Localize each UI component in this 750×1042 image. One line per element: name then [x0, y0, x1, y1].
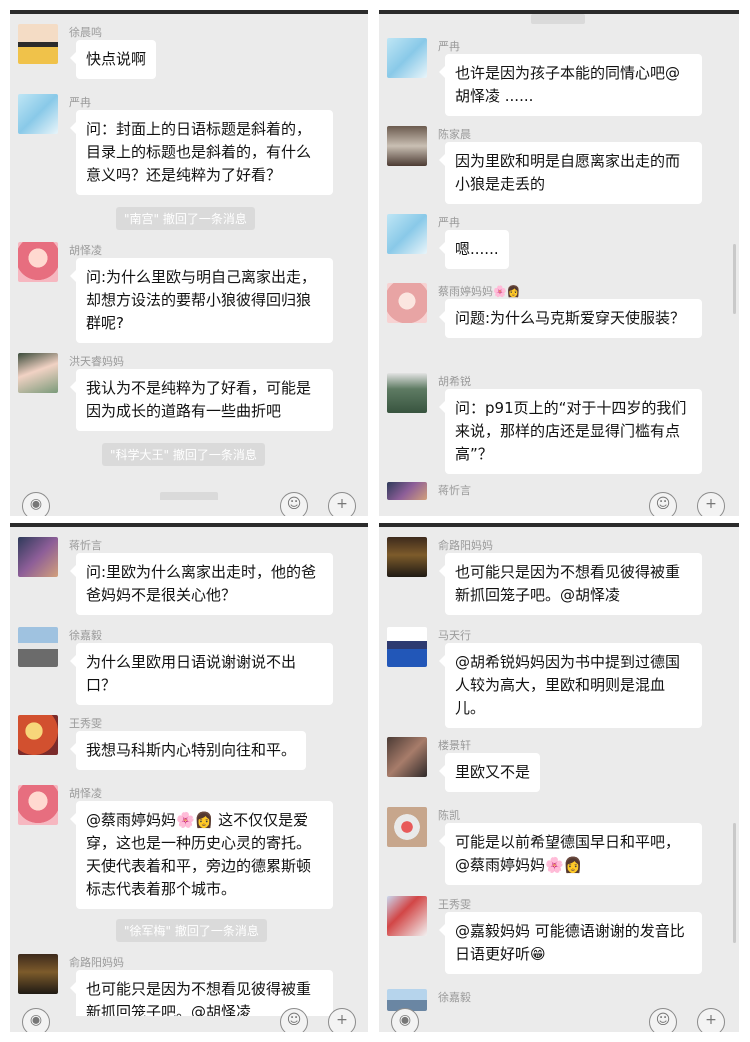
top-bar — [10, 523, 368, 527]
sender-name: 胡希锐 — [438, 375, 471, 388]
avatar[interactable] — [387, 373, 427, 413]
message-bubble[interactable]: @嘉毅妈妈 可能德语谢谢的发音比日语更好听😁 — [439, 912, 702, 974]
avatar[interactable] — [18, 785, 58, 825]
message-bubble[interactable]: 问：p91页上的“对于十四岁的我们来说，那样的店还是显得门槛有点高”？ — [439, 389, 702, 474]
sender-name: 徐嘉毅 — [69, 629, 102, 642]
sender-name: 蔡雨婷妈妈🌸👩 — [438, 285, 521, 298]
top-bar — [10, 10, 368, 14]
message-bubble[interactable]: 问:里欧为什么离家出走时，他的爸爸妈妈不是很关心他？ — [70, 553, 333, 615]
avatar[interactable] — [18, 537, 58, 577]
sender-name: 徐嘉毅 — [438, 991, 471, 1004]
avatar[interactable] — [18, 94, 58, 134]
message-bubble[interactable]: 问:为什么里欧与明自己离家出走，却想方设法的要帮小狼彼得回归狼群呢? — [70, 258, 333, 343]
plus-icon[interactable]: + — [328, 1008, 356, 1032]
message-bubble[interactable]: @蔡雨婷妈妈🌸👩 这不仅仅是爱穿，这也是一种历史心灵的寄托。天使代表着和平，旁边… — [70, 801, 333, 909]
emoji-icon[interactable]: ☺ — [649, 1008, 677, 1032]
message-bubble[interactable]: 可能是以前希望德国早日和平吧，@蔡雨婷妈妈🌸👩 — [439, 823, 702, 885]
sender-name: 王秀雯 — [438, 898, 471, 911]
bottom-bar: ◉ ☺ + — [10, 492, 368, 516]
avatar[interactable] — [387, 283, 427, 323]
bottom-bar: ☺ + — [379, 492, 739, 516]
avatar[interactable] — [18, 715, 58, 755]
chat-panel-4: 俞路阳妈妈 也可能只是因为不想看见彼得被重新抓回笼子吧。@胡怿凌 马天行 @胡希… — [379, 523, 739, 1032]
sender-name: 洪天睿妈妈 — [69, 355, 124, 368]
scrollbar[interactable] — [733, 823, 736, 943]
message-bubble[interactable]: 我认为不是纯粹为了好看，可能是因为成长的道路有一些曲折吧 — [70, 369, 333, 431]
plus-icon[interactable]: + — [697, 1008, 725, 1032]
sender-name: 徐晨鸣 — [69, 26, 102, 39]
message-bubble[interactable]: 我想马科斯内心特别向往和平。 — [69, 731, 307, 770]
emoji-icon[interactable]: ☺ — [649, 492, 677, 516]
avatar[interactable] — [18, 353, 58, 393]
avatar[interactable] — [387, 537, 427, 577]
sender-name: 陈家晨 — [438, 128, 471, 141]
voice-icon[interactable]: ◉ — [391, 1008, 419, 1032]
recall-notice: "南宫" 撤回了一条消息 — [116, 207, 255, 230]
bottom-bar: ◉ ☺ + — [379, 1008, 739, 1032]
avatar[interactable] — [387, 482, 427, 500]
top-bar — [379, 523, 739, 527]
sender-name: 胡怿凌 — [69, 244, 102, 257]
sender-name: 蒋忻言 — [69, 539, 102, 552]
sender-name: 严冉 — [69, 96, 91, 109]
sender-name: 蒋忻言 — [438, 484, 471, 497]
message-bubble[interactable]: 也许是因为孩子本能的同情心吧@胡怿凌 ...... — [439, 54, 702, 116]
emoji-icon[interactable]: ☺ — [280, 492, 308, 516]
chat-panel-2: 严冉 也许是因为孩子本能的同情心吧@胡怿凌 ...... 陈家晨 因为里欧和明是… — [379, 10, 739, 516]
sender-name: 俞路阳妈妈 — [69, 956, 124, 969]
sender-name: 王秀雯 — [69, 717, 102, 730]
message-bubble[interactable]: 快点说啊 — [69, 40, 157, 79]
message-bubble[interactable]: 问：封面上的日语标题是斜着的，目录上的标题也是斜着的，有什么意义吗？还是纯粹为了… — [70, 110, 333, 195]
message-bubble[interactable]: 为什么里欧用日语说谢谢说不出口？ — [70, 643, 333, 705]
recall-notice: "徐军梅" 撤回了一条消息 — [116, 919, 267, 942]
sender-name: 胡怿凌 — [69, 787, 102, 800]
avatar[interactable] — [18, 954, 58, 994]
avatar[interactable] — [387, 38, 427, 78]
avatar[interactable] — [387, 896, 427, 936]
recall-notice — [531, 14, 585, 24]
avatar[interactable] — [18, 242, 58, 282]
sender-name: 陈凯 — [438, 809, 460, 822]
avatar[interactable] — [18, 627, 58, 667]
sender-name: 俞路阳妈妈 — [438, 539, 493, 552]
message-bubble[interactable]: @胡希锐妈妈因为书中提到过德国人较为高大，里欧和明则是混血儿。 — [439, 643, 702, 728]
message-bubble[interactable]: 里欧又不是 — [438, 753, 541, 792]
recall-notice: "科学大王" 撤回了一条消息 — [102, 443, 265, 466]
avatar[interactable] — [18, 24, 58, 64]
message-bubble[interactable]: 问题:为什么马克斯爱穿天使服装？ — [439, 299, 702, 338]
sender-name: 楼景轩 — [438, 739, 471, 752]
plus-icon[interactable]: + — [328, 492, 356, 516]
emoji-icon[interactable]: ☺ — [280, 1008, 308, 1032]
chat-panel-3: 蒋忻言 问:里欧为什么离家出走时，他的爸爸妈妈不是很关心他？ 徐嘉毅 为什么里欧… — [10, 523, 368, 1032]
message-bubble[interactable]: 也可能只是因为不想看见彼得被重新抓回笼子吧。@胡怿凌 — [439, 553, 702, 615]
message-bubble[interactable]: 嗯...... — [439, 230, 509, 269]
chat-panel-1: 徐晨鸣 快点说啊 严冉 问：封面上的日语标题是斜着的，目录上的标题也是斜着的，有… — [10, 10, 368, 516]
plus-icon[interactable]: + — [697, 492, 725, 516]
scrollbar[interactable] — [733, 244, 736, 314]
message-bubble[interactable]: 因为里欧和明是自愿离家出走的而小狼是走丢的 — [439, 142, 702, 204]
voice-icon[interactable]: ◉ — [22, 492, 50, 516]
avatar[interactable] — [387, 627, 427, 667]
sender-name: 马天行 — [438, 629, 471, 642]
voice-icon[interactable]: ◉ — [22, 1008, 50, 1032]
avatar[interactable] — [387, 126, 427, 166]
sender-name: 严冉 — [438, 216, 460, 229]
avatar[interactable] — [387, 737, 427, 777]
avatar[interactable] — [387, 214, 427, 254]
bottom-bar: ◉ ☺ + — [10, 1008, 368, 1032]
avatar[interactable] — [387, 807, 427, 847]
sender-name: 严冉 — [438, 40, 460, 53]
